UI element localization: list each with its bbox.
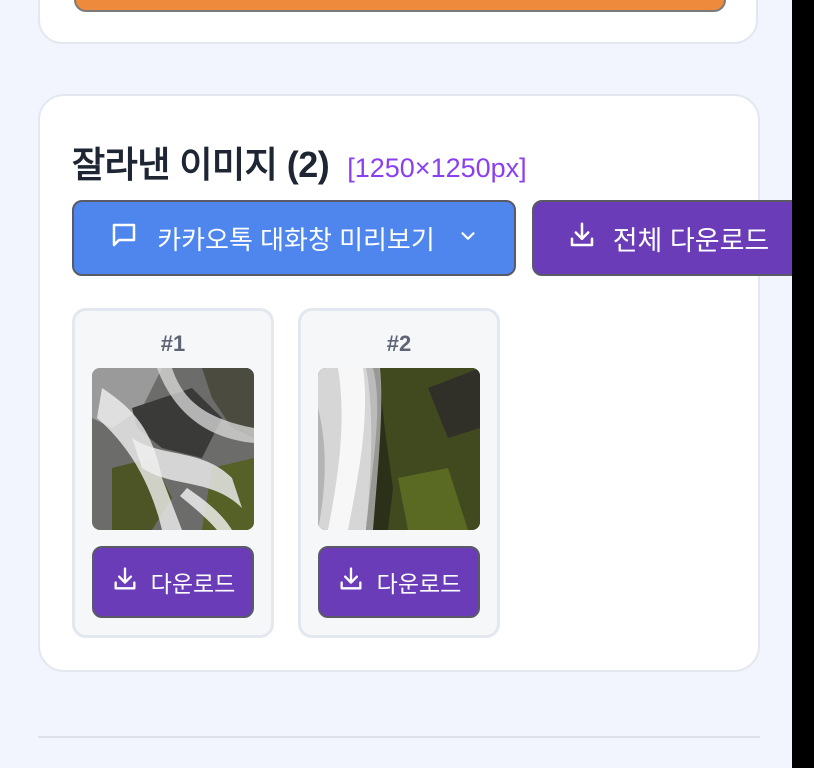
download-button[interactable]: 다운로드	[318, 546, 480, 618]
download-all-button[interactable]: 전체 다운로드	[532, 200, 792, 276]
cropped-image-thumbnail	[318, 368, 480, 530]
download-button[interactable]: 다운로드	[92, 546, 254, 618]
chevron-down-icon	[457, 223, 479, 254]
download-icon	[111, 565, 139, 599]
cropped-image-thumbnail	[92, 368, 254, 530]
cropped-images-card: 잘라낸 이미지 (2) [1250×1250px] 카카오톡 대화창 미리보기	[38, 94, 792, 672]
download-button-label: 다운로드	[150, 571, 236, 597]
section-title: 잘라낸 이미지 (2)	[72, 144, 330, 185]
previous-section-card	[38, 0, 758, 44]
chat-bubble-icon	[109, 220, 139, 257]
download-icon	[337, 565, 365, 599]
image-number: #2	[386, 331, 412, 356]
kakaotalk-preview-button[interactable]: 카카오톡 대화창 미리보기	[72, 200, 516, 276]
preview-button-label: 카카오톡 대화창 미리보기	[157, 224, 435, 255]
download-icon	[567, 220, 597, 257]
orange-action-button[interactable]	[74, 0, 726, 12]
cropped-image-card: #2 다운로드	[298, 308, 500, 638]
page: 잘라낸 이미지 (2) [1250×1250px] 카카오톡 대화창 미리보기	[0, 0, 792, 768]
download-button-label: 다운로드	[376, 571, 462, 597]
section-header: 잘라낸 이미지 (2) [1250×1250px]	[72, 136, 527, 188]
image-dimensions: [1250×1250px]	[347, 153, 527, 183]
image-number: #1	[160, 331, 186, 356]
footer-divider	[38, 736, 760, 738]
download-all-label: 전체 다운로드	[612, 225, 770, 256]
cropped-image-card: #1 다운로드	[72, 308, 274, 638]
